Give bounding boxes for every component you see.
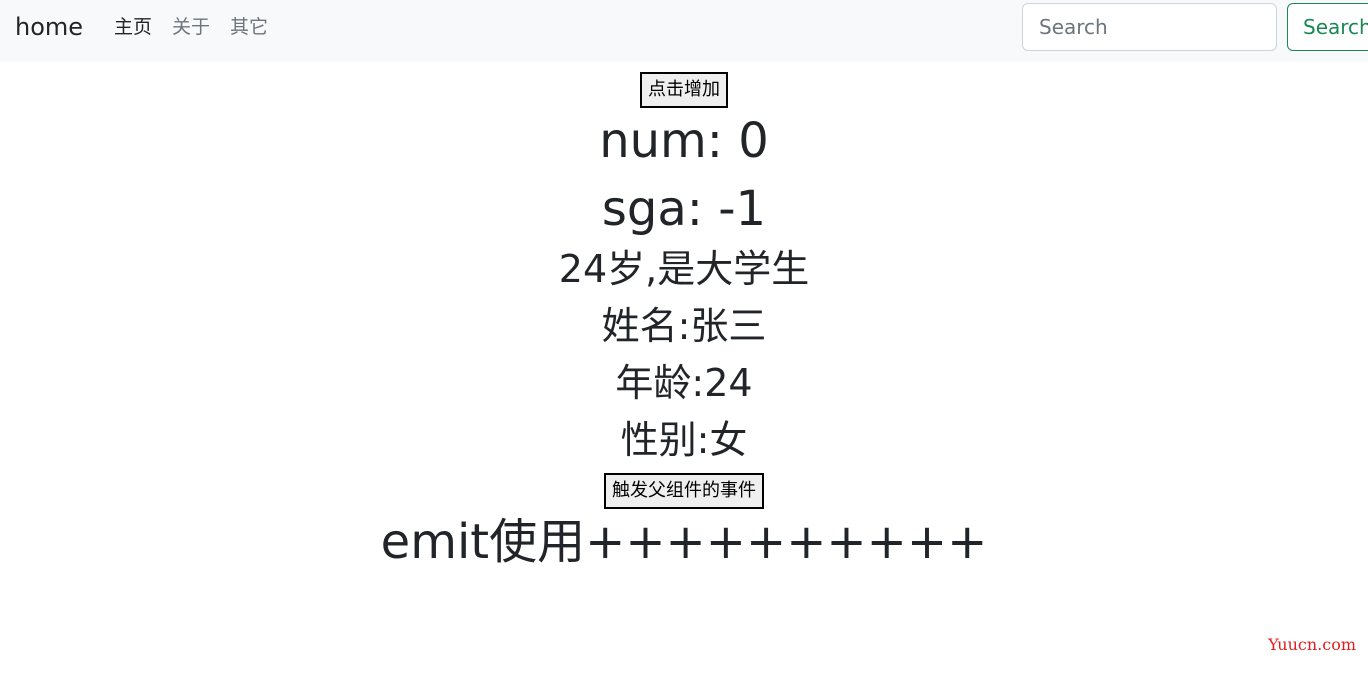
nav-link-other[interactable]: 其它 — [230, 14, 268, 40]
nav-link-about[interactable]: 关于 — [172, 14, 210, 40]
search-button[interactable]: Search — [1287, 3, 1368, 51]
search-input[interactable] — [1022, 3, 1277, 51]
name-text: 姓名:张三 — [601, 304, 767, 348]
navbar: home 主页 关于 其它 Search — [0, 0, 1368, 62]
sga-heading: sga: -1 — [601, 181, 767, 237]
main-content: 点击增加 num: 0 sga: -1 24岁,是大学生 姓名:张三 年龄:24… — [0, 62, 1368, 698]
sex-text: 性别:女 — [620, 418, 748, 462]
info-text: 24岁,是大学生 — [558, 247, 810, 291]
add-button-row: 点击增加 — [0, 72, 1368, 108]
watermark: Yuucn.com — [1268, 635, 1356, 654]
emit-button-row: 触发父组件的事件 — [0, 473, 1368, 509]
nav-link-home[interactable]: 主页 — [114, 14, 152, 40]
add-button[interactable]: 点击增加 — [640, 72, 728, 108]
emit-event-button[interactable]: 触发父组件的事件 — [604, 473, 764, 509]
num-heading: num: 0 — [599, 113, 769, 169]
navbar-brand[interactable]: home — [15, 10, 83, 44]
age-text: 年龄:24 — [615, 361, 753, 405]
emit-heading: emit使用++++++++++ — [380, 514, 988, 570]
nav-links: 主页 关于 其它 — [114, 14, 268, 40]
